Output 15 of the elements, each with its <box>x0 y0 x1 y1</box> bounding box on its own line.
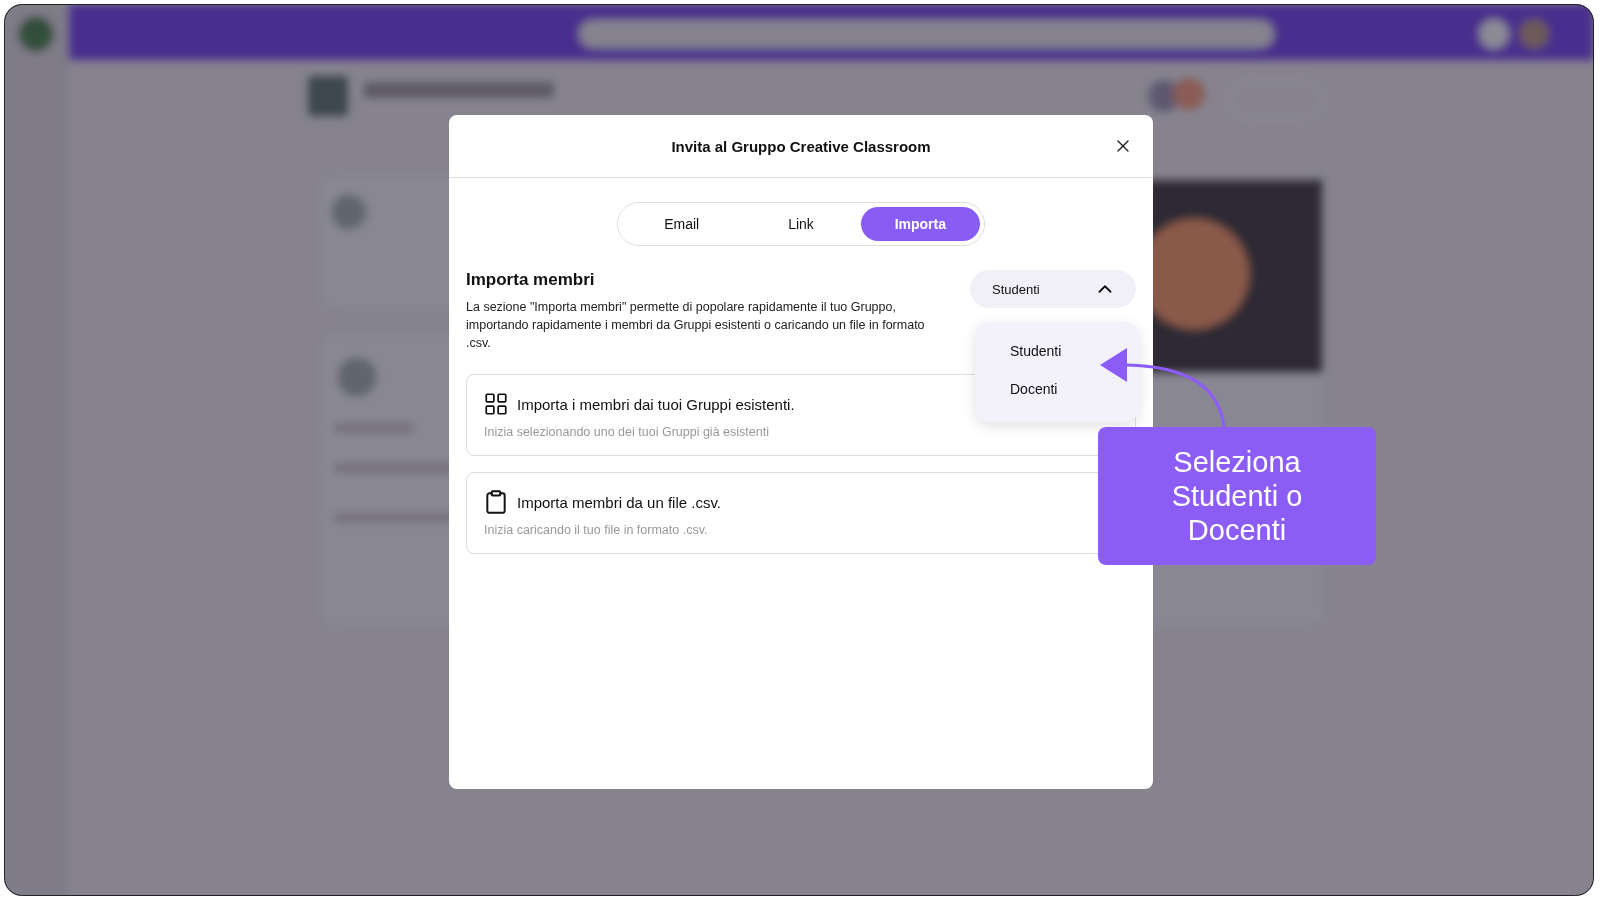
grid-icon <box>483 391 509 417</box>
option-title: Importa membri da un file .csv. <box>517 493 721 511</box>
option-subtitle: Inizia selezionando uno dei tuoi Gruppi già esistenti <box>484 425 770 439</box>
section-description: La sezione "Importa membri" permette di popolare rapidamente il tuo Gruppo, importando rapidamente i membri da Gruppi esistenti o caricando un file in formato .csv. <box>466 299 926 352</box>
tab[interactable]: Link <box>741 207 861 241</box>
tab[interactable]: Importa <box>860 207 980 241</box>
callout-tooltip: Seleziona Studenti o Docenti <box>1098 427 1376 565</box>
dropdown-option[interactable]: Studenti <box>975 332 1139 370</box>
tab[interactable]: Email <box>622 207 742 241</box>
clipboard-icon <box>483 489 509 515</box>
role-dropdown[interactable]: Studenti <box>970 270 1136 308</box>
section-title: Importa membri <box>466 270 596 290</box>
dialog-title: Invita al Gruppo Creative Classroom <box>671 137 931 155</box>
option-subtitle: Inizia caricando il tuo file in formato .csv. <box>484 523 709 537</box>
option-title: Importa i membri dai tuoi Gruppi esistenti. <box>517 395 795 413</box>
